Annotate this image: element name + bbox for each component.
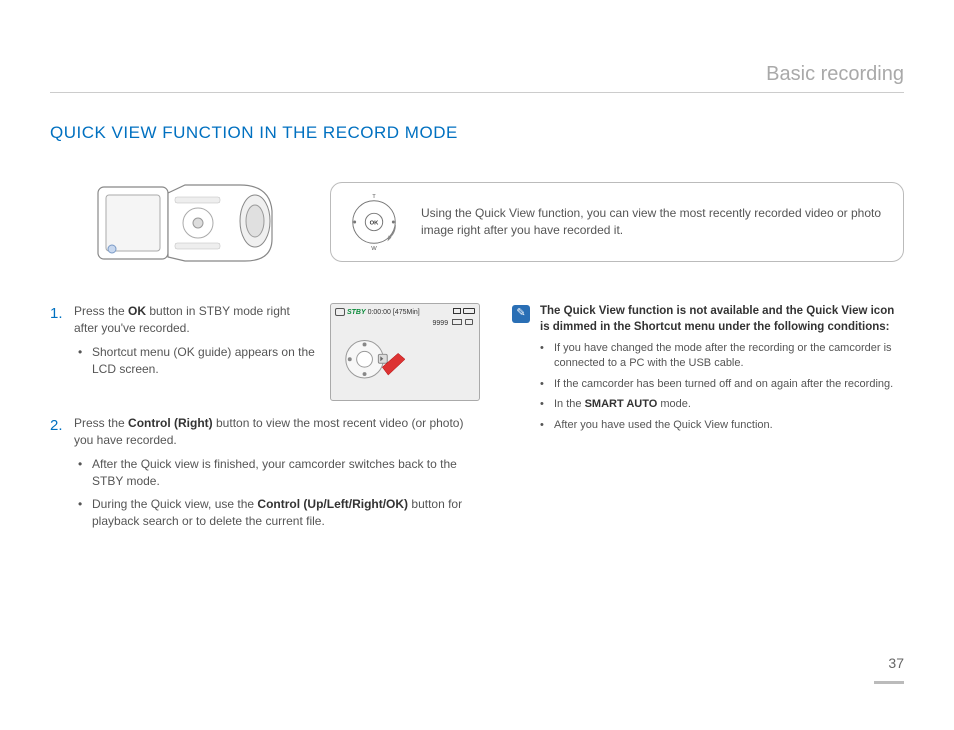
step-bullet: Shortcut menu (OK guide) appears on the … <box>78 344 316 378</box>
step-2: 2. Press the Control (Right) button to v… <box>50 415 480 536</box>
page-number: 37 <box>888 654 904 674</box>
note-bullet: In the SMART AUTO mode. <box>540 397 904 412</box>
callout-text: Using the Quick View function, you can v… <box>421 205 883 239</box>
step-number: 2. <box>50 415 64 536</box>
note-bullet: If you have changed the mode after the r… <box>540 341 904 372</box>
svg-text:T: T <box>372 194 376 200</box>
step-number: 1. <box>50 303 64 401</box>
step-bullet: During the Quick view, use the Control (… <box>78 496 480 530</box>
camcorder-illustration <box>90 167 290 277</box>
ok-dial-icon: T W OK <box>345 193 403 251</box>
note-box: ✎ The Quick View function is not availab… <box>512 303 904 438</box>
callout-box: T W OK Using the Quick View function, yo… <box>330 182 904 262</box>
step-text: Press the Control (Right) button to view… <box>74 416 463 447</box>
step-text: Press the OK button in STBY mode right a… <box>74 304 290 335</box>
step-bullet: After the Quick view is finished, your c… <box>78 456 480 490</box>
note-bullet: After you have used the Quick View funct… <box>540 418 904 433</box>
svg-text:OK: OK <box>370 220 380 226</box>
note-icon: ✎ <box>512 305 530 323</box>
chapter-title: Basic recording <box>50 60 904 93</box>
lcd-screenshot: STBY 0:00:00 [475Min] 9999 <box>330 303 480 401</box>
svg-text:W: W <box>371 246 377 251</box>
step-1: 1. Press the OK button in STBY mode righ… <box>50 303 480 401</box>
page-number-rule <box>874 681 904 684</box>
section-title: QUICK VIEW FUNCTION IN THE RECORD MODE <box>50 121 904 145</box>
note-header: The Quick View function is not available… <box>540 303 904 335</box>
note-bullet: If the camcorder has been turned off and… <box>540 377 904 392</box>
